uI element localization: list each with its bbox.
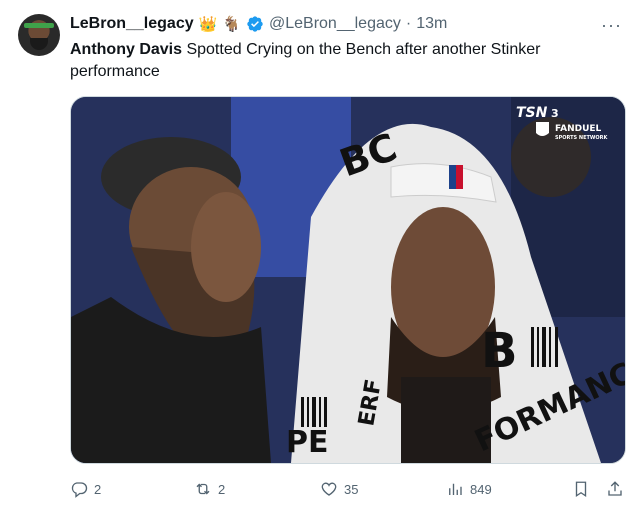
towel-text-b: B — [481, 323, 518, 379]
watermark-sub: SPORTS NETWORK — [555, 135, 609, 141]
bookmark-button[interactable] — [572, 480, 590, 498]
media-illustration: BC PE FORMANCE ERF B TSN 3 FANDUEL SPORT… — [71, 97, 625, 463]
separator-dot: · — [405, 15, 412, 32]
views-button[interactable]: 849 — [446, 480, 492, 498]
author-display-name[interactable]: LeBron__legacy — [70, 15, 194, 33]
crown-emoji: 👑 — [198, 15, 218, 33]
heart-icon — [321, 482, 337, 496]
watermark-tsn: TSN — [516, 105, 548, 121]
repost-count: 2 — [218, 481, 226, 497]
reply-count: 2 — [94, 481, 102, 497]
tweet-card[interactable]: LeBron__legacy 👑 🐐 @LeBron__legacy · 13m… — [0, 0, 640, 508]
like-count: 35 — [344, 481, 359, 497]
tweet-mention: Anthony Davis — [70, 41, 183, 58]
towel-text-pe: PE — [286, 425, 328, 460]
reply-icon — [71, 482, 88, 498]
bookmark-icon — [575, 481, 587, 498]
tweet-text: Anthony Davis Spotted Crying on the Benc… — [70, 39, 590, 83]
tweet-header: LeBron__legacy 👑 🐐 @LeBron__legacy · 13m — [70, 15, 600, 33]
watermark-number: 3 — [551, 107, 559, 120]
tweet-media-image[interactable]: BC PE FORMANCE ERF B TSN 3 FANDUEL SPORT… — [70, 96, 626, 464]
share-button[interactable] — [606, 480, 624, 498]
more-options-icon[interactable]: ··· — [601, 15, 622, 36]
reply-button[interactable]: 2 — [70, 480, 101, 498]
repost-icon — [196, 483, 210, 495]
author-avatar[interactable] — [18, 14, 60, 56]
views-count: 849 — [470, 481, 492, 497]
like-button[interactable]: 35 — [320, 480, 358, 498]
share-icon — [608, 481, 622, 496]
tweet-actions-bar: 2 2 35 849 — [70, 477, 626, 501]
goat-emoji: 🐐 — [222, 15, 241, 33]
tweet-timestamp[interactable]: 13m — [416, 15, 447, 33]
verified-badge-icon — [247, 16, 263, 32]
views-chart-icon — [449, 483, 462, 495]
watermark-brand: FANDUEL — [555, 124, 602, 134]
author-handle[interactable]: @LeBron__legacy — [269, 15, 401, 33]
repost-button[interactable]: 2 — [194, 480, 225, 498]
